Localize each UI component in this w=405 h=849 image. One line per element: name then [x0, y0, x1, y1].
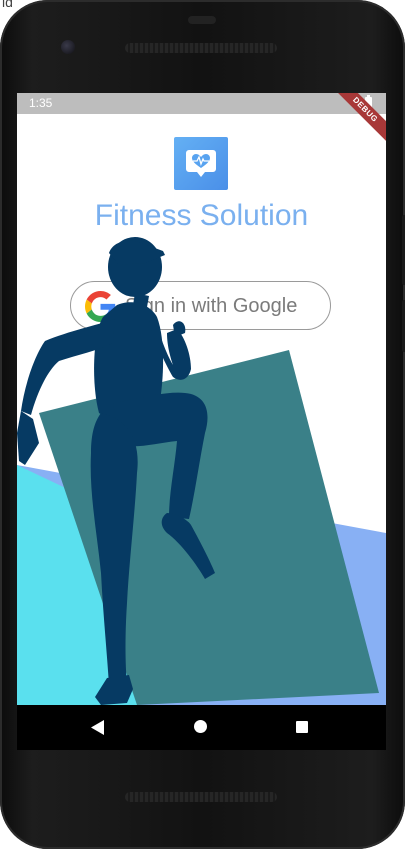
phone-frame: 1:35 Fitness Solution Sign in with Googl… [0, 0, 405, 849]
back-triangle-icon[interactable] [91, 720, 104, 735]
front-camera [61, 40, 75, 54]
sensor-slot [188, 16, 216, 24]
recents-square-icon[interactable] [296, 721, 308, 733]
bottom-speaker [125, 792, 277, 802]
top-speaker [125, 43, 277, 53]
athlete-silhouette [17, 237, 215, 705]
app-screen: 1:35 Fitness Solution Sign in with Googl… [17, 93, 386, 705]
home-circle-icon[interactable] [194, 720, 207, 733]
system-nav-bar [17, 705, 386, 750]
corner-label: id [2, 0, 13, 10]
